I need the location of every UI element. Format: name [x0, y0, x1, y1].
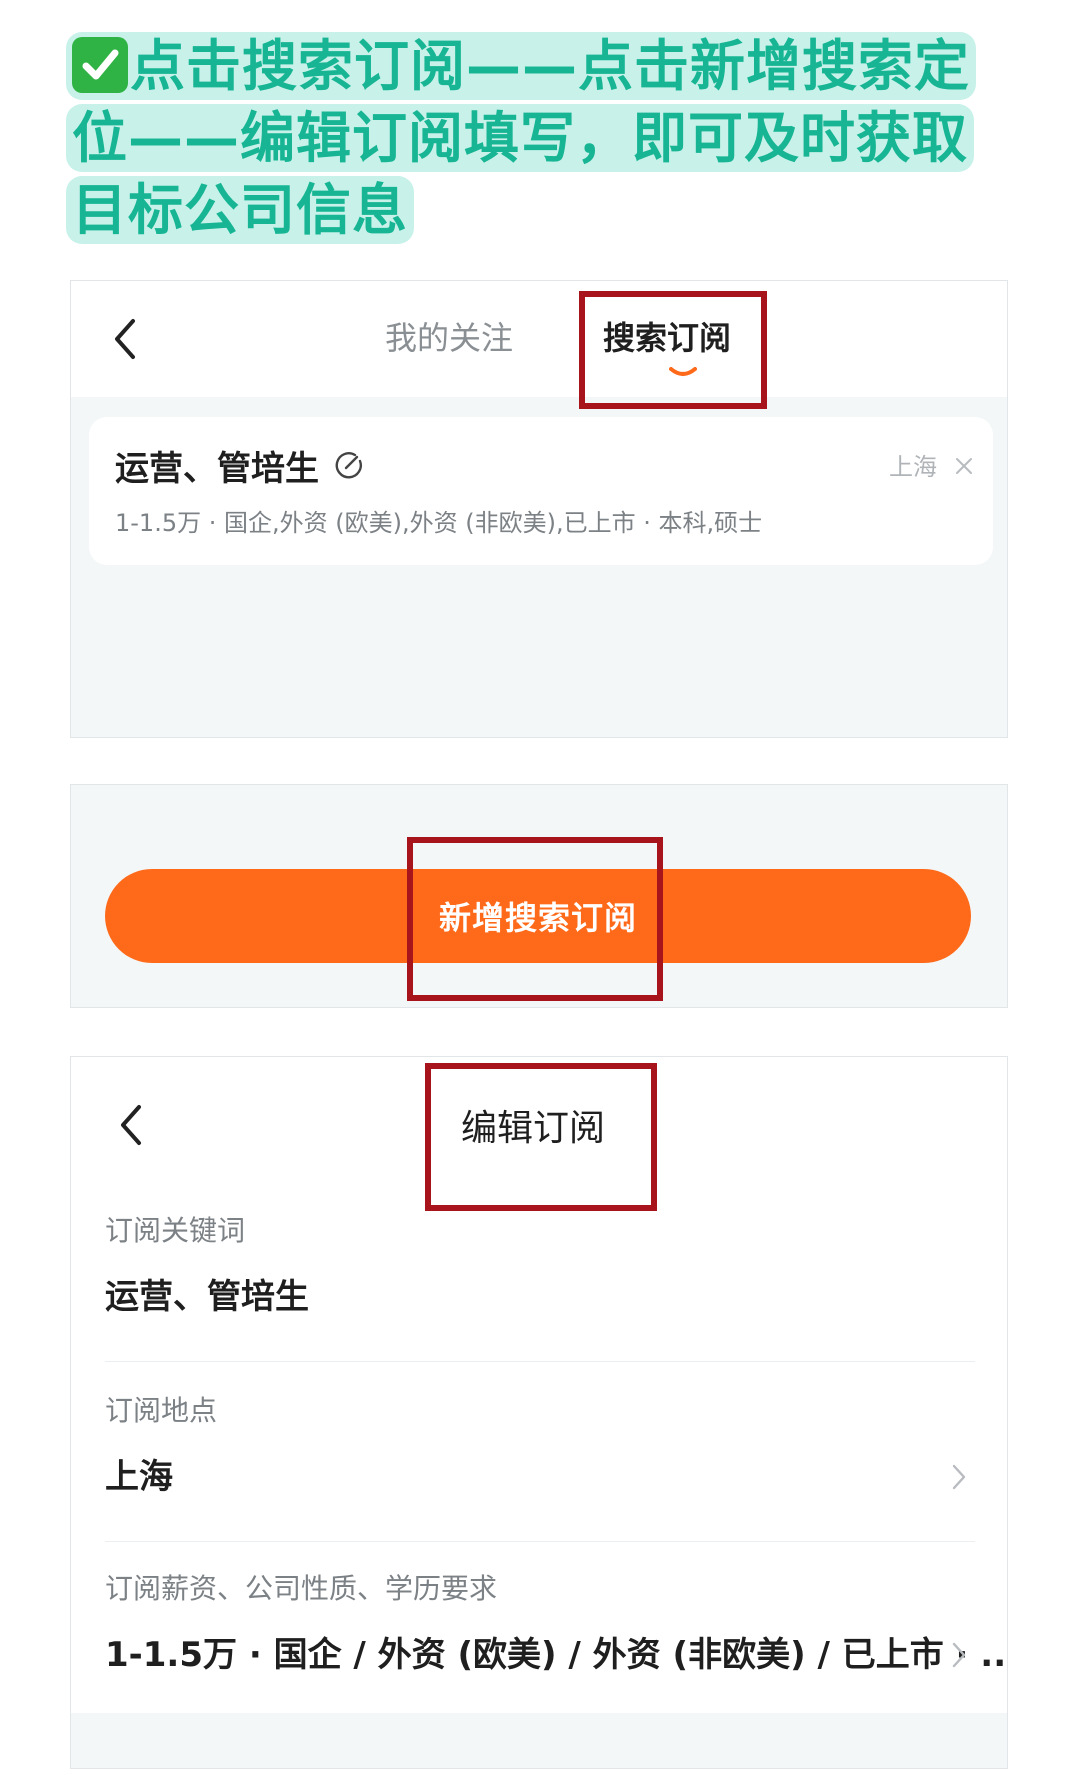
active-tab-indicator — [669, 367, 697, 376]
footer-area — [71, 1713, 1007, 1768]
headline-text: 点击搜索订阅——点击新增搜索定位——编辑订阅填写，即可及时获取目标公司信息 — [72, 34, 971, 242]
tab-my-follows[interactable]: 我的关注 — [385, 313, 513, 363]
divider — [105, 1361, 975, 1362]
field-value[interactable]: 1-1.5万 · 国企 / 外资 (欧美) / 外资 (非欧美) / 已上市 ·… — [105, 1631, 1007, 1679]
field-label: 订阅关键词 — [105, 1214, 246, 1247]
headline-highlight: 点击搜索订阅——点击新增搜索定位——编辑订阅填写，即可及时获取目标公司信息 — [66, 32, 977, 244]
add-search-subscription-button[interactable]: 新增搜索订阅 — [105, 869, 971, 963]
divider — [105, 1541, 975, 1542]
field-label: 订阅薪资、公司性质、学历要求 — [105, 1572, 498, 1605]
subscription-city: 上海 — [889, 453, 937, 481]
edit-subscription-screen: 编辑订阅 订阅关键词 运营、管培生 订阅地点 上海 订阅薪资、公司性质、学历要求… — [70, 1056, 1008, 1769]
field-value[interactable]: 运营、管培生 — [105, 1273, 309, 1321]
subscription-card[interactable]: 运营、管培生 上海 1-1.5万 · 国企,外资 (欧美),外资 (非欧美),已… — [89, 417, 993, 565]
back-arrow-icon[interactable] — [117, 1103, 145, 1151]
add-subscription-screen: 新增搜索订阅 — [70, 784, 1008, 1008]
edit-icon[interactable] — [335, 451, 365, 485]
subscription-title: 运营、管培生 — [115, 449, 319, 489]
chevron-right-icon[interactable] — [951, 1641, 967, 1673]
check-mark-icon — [72, 37, 128, 93]
tab-header: 我的关注 搜索订阅 — [71, 281, 1007, 409]
page-title: 编辑订阅 — [461, 1108, 606, 1149]
field-value[interactable]: 上海 — [105, 1453, 173, 1501]
close-icon[interactable] — [955, 457, 973, 479]
chevron-right-icon[interactable] — [951, 1463, 967, 1495]
subscription-list-screen: 我的关注 搜索订阅 运营、管培生 上海 1-1.5万 · 国企,外资 (欧美),… — [70, 280, 1008, 738]
back-arrow-icon[interactable] — [111, 317, 139, 365]
tab-search-subscription[interactable]: 搜索订阅 — [603, 313, 731, 363]
field-label: 订阅地点 — [105, 1394, 218, 1427]
subscription-meta: 1-1.5万 · 国企,外资 (欧美),外资 (非欧美),已上市 · 本科,硕士 — [115, 509, 763, 537]
headline: 点击搜索订阅——点击新增搜索定位——编辑订阅填写，即可及时获取目标公司信息 — [66, 30, 986, 246]
